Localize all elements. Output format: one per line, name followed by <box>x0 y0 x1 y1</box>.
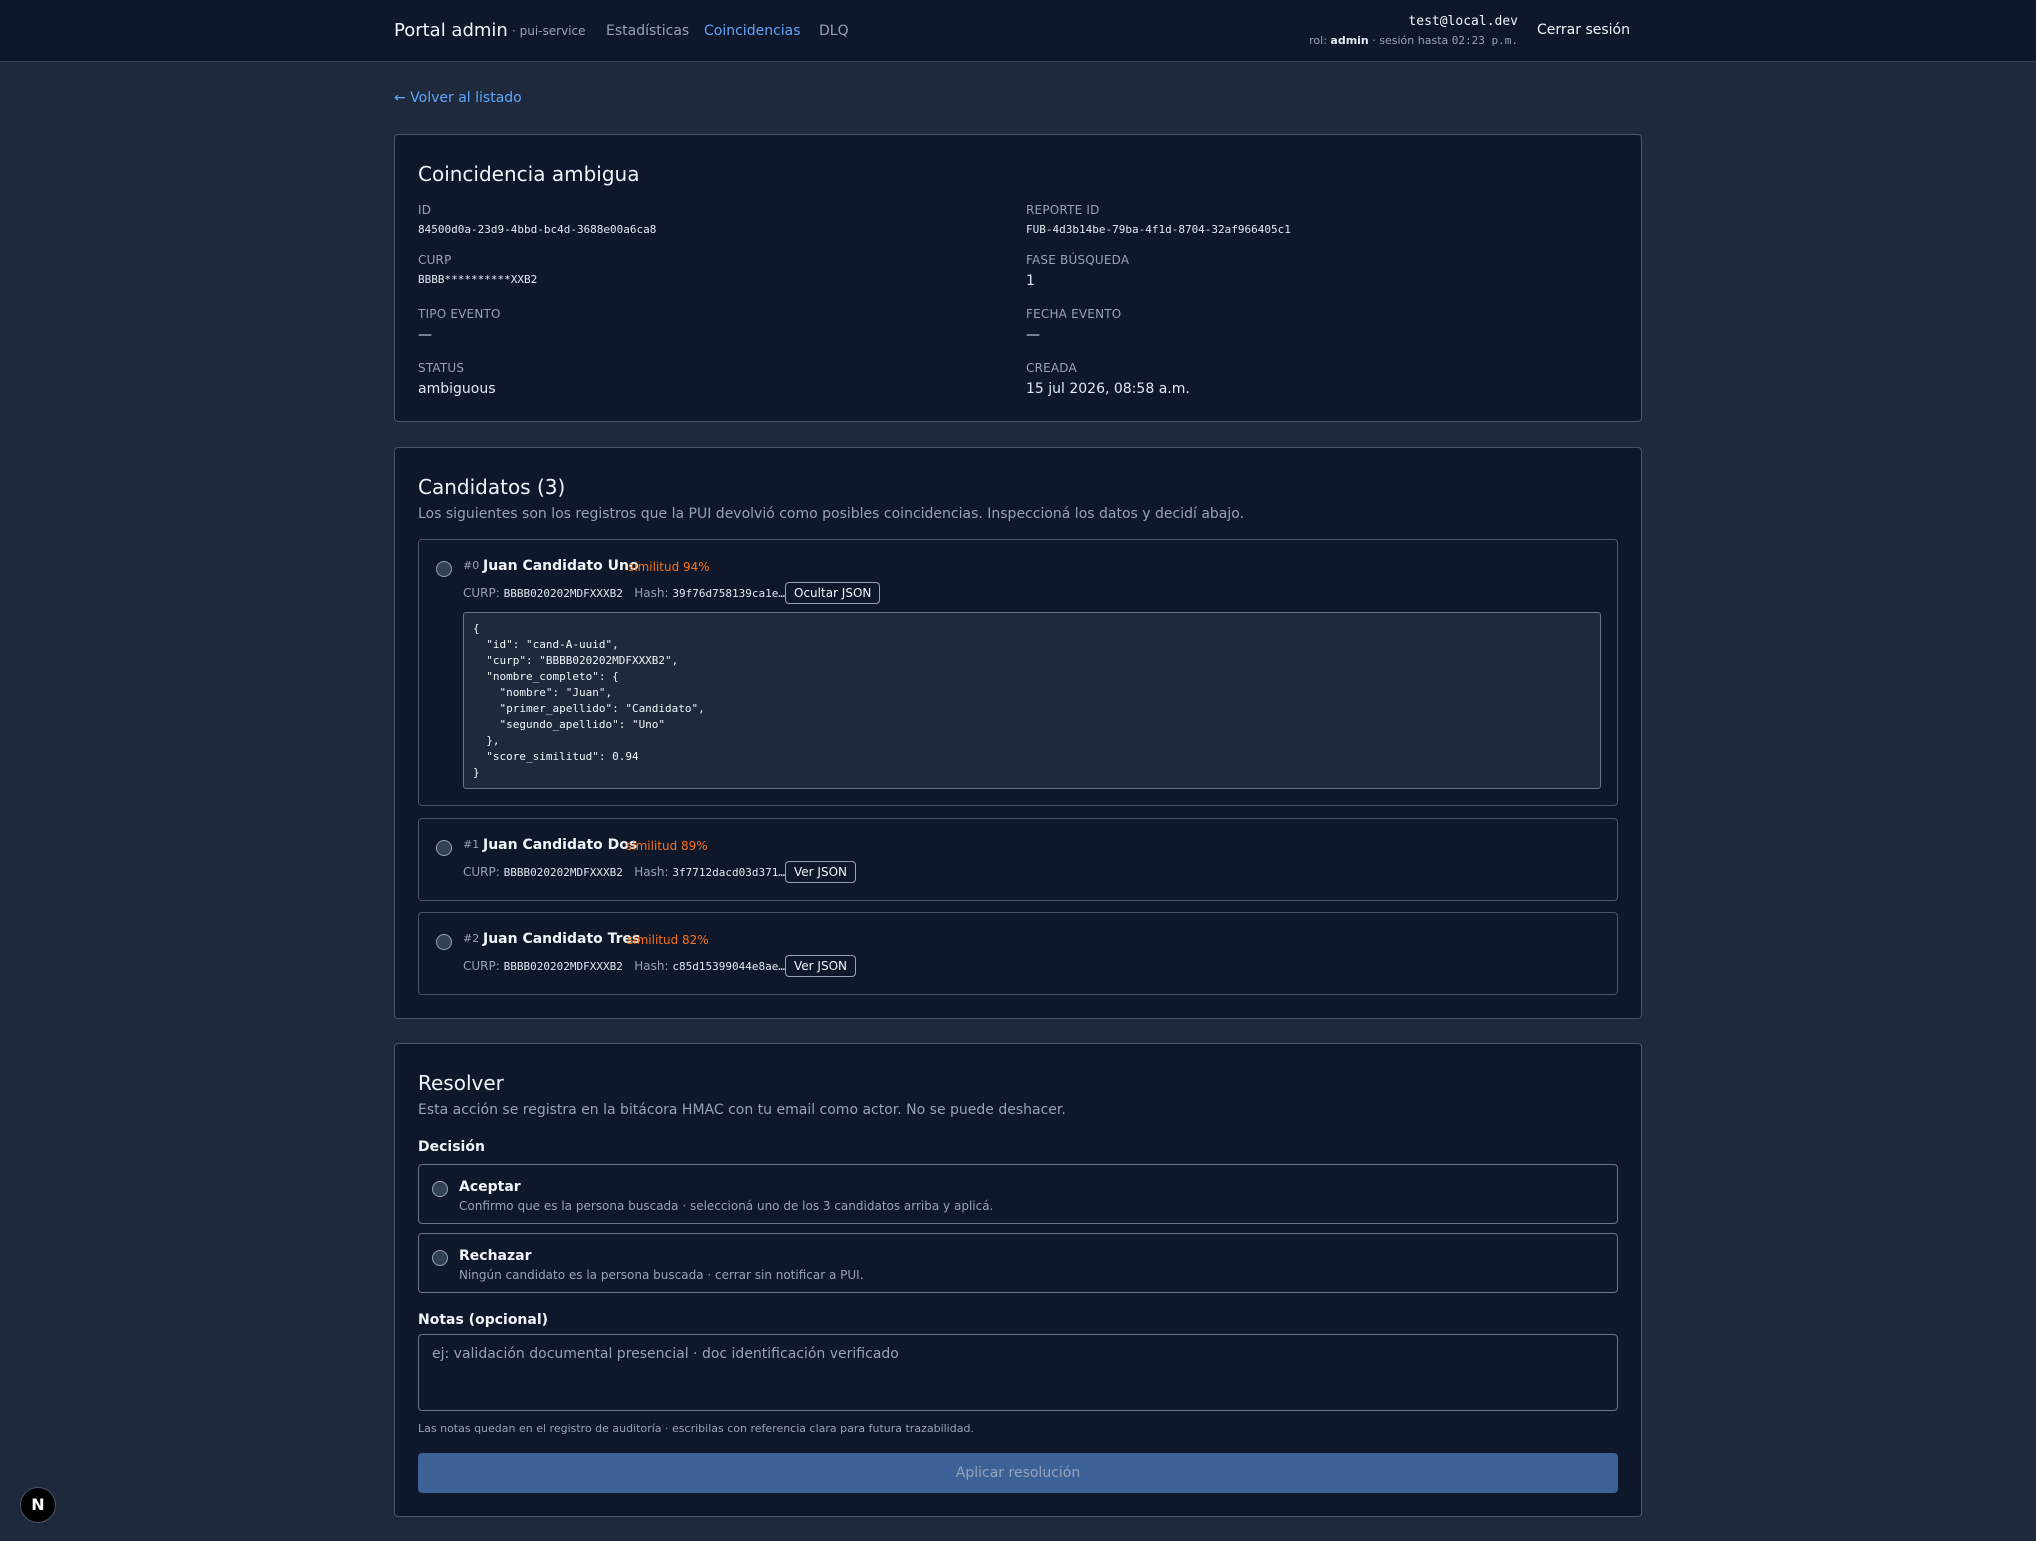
field-label: Creada <box>1026 361 1077 375</box>
hash-label: Hash: <box>634 865 669 879</box>
apply-resolution-button[interactable]: Aplicar resolución <box>418 1453 1618 1493</box>
field-status: Status ambiguous <box>418 361 978 397</box>
session-expiry: 02:23 p.m. <box>1451 34 1518 47</box>
toggle-json-button[interactable]: Ocultar JSON <box>785 582 881 604</box>
candidate-name: Juan Candidato Uno <box>483 558 639 574</box>
brand-title[interactable]: Portal admin <box>394 20 508 41</box>
candidate-radio[interactable] <box>436 561 452 577</box>
radio-rechazar[interactable] <box>432 1250 448 1266</box>
role-label: rol: <box>1309 34 1327 47</box>
field-value: 84500d0a-23d9-4bbd-bc4d-3688e00a6ca8 <box>418 223 657 236</box>
candidate-radio[interactable] <box>436 840 452 856</box>
radio-aceptar[interactable] <box>432 1181 448 1197</box>
candidate-index: #0 <box>463 559 480 572</box>
option-title: Aceptar <box>459 1179 521 1195</box>
match-detail-card: Coincidencia ambigua ID 84500d0a-23d9-4b… <box>394 134 1642 422</box>
nav-link-dlq[interactable]: DLQ <box>819 23 849 39</box>
candidate-item: #0 Juan Candidato Uno similitud 94% CURP… <box>418 539 1618 806</box>
candidate-meta: CURP: BBBB020202MDFXXXB2 Hash: 3f7712dac… <box>463 865 785 879</box>
similarity-badge: similitud 94% <box>628 560 710 574</box>
decision-label: Decisión <box>418 1139 485 1155</box>
field-id: ID 84500d0a-23d9-4bbd-bc4d-3688e00a6ca8 <box>418 203 978 236</box>
candidate-hash: 3f7712dacd03d371… <box>672 866 785 879</box>
field-value: BBBB**********XXB2 <box>418 273 538 286</box>
show-json-button[interactable]: Ver JSON <box>785 861 856 883</box>
field-label: ID <box>418 203 432 217</box>
field-curp: CURP BBBB**********XXB2 <box>418 253 978 286</box>
user-role: admin <box>1330 34 1369 47</box>
dev-tools-badge[interactable]: N <box>20 1487 56 1523</box>
candidate-json: { "id": "cand-A-uuid", "curp": "BBBB0202… <box>463 612 1601 789</box>
nav-link-estadisticas[interactable]: Estadísticas <box>606 23 689 39</box>
curp-label: CURP: <box>463 865 500 879</box>
candidate-radio[interactable] <box>436 934 452 950</box>
candidate-index: #1 <box>463 838 480 851</box>
option-description: Confirmo que es la persona buscada · sel… <box>459 1199 994 1213</box>
notes-label: Notas (opcional) <box>418 1312 549 1328</box>
resolver-subtitle: Esta acción se registra en la bitácora H… <box>418 1102 1066 1118</box>
field-value: — <box>418 327 432 343</box>
logout-button[interactable]: Cerrar sesión <box>1537 22 1630 38</box>
candidates-title: Candidatos (3) <box>418 475 566 499</box>
candidates-card: Candidatos (3) Los siguientes son los re… <box>394 447 1642 1019</box>
candidate-curp: BBBB020202MDFXXXB2 <box>503 866 623 879</box>
candidate-meta: CURP: BBBB020202MDFXXXB2 Hash: c85d15399… <box>463 959 785 973</box>
field-label: Fecha evento <box>1026 307 1122 321</box>
field-event-type: Tipo evento — <box>418 307 978 343</box>
back-to-list-link[interactable]: ← Volver al listado <box>394 90 522 106</box>
curp-label: CURP: <box>463 586 500 600</box>
option-title: Rechazar <box>459 1248 532 1264</box>
option-description: Ningún candidato es la persona buscada ·… <box>459 1268 864 1282</box>
field-label: Fase búsqueda <box>1026 253 1130 267</box>
field-report-id: Reporte ID FUB-4d3b14be-79ba-4f1d-8704-3… <box>1026 203 1586 236</box>
candidate-item: #1 Juan Candidato Dos similitud 89% CURP… <box>418 818 1618 901</box>
field-search-phase: Fase búsqueda 1 <box>1026 253 1586 289</box>
candidate-name: Juan Candidato Tres <box>483 931 641 947</box>
session-info: rol: admin · sesión hasta 02:23 p.m. <box>1309 34 1518 47</box>
resolver-title: Resolver <box>418 1071 504 1095</box>
nav-link-coincidencias[interactable]: Coincidencias <box>704 23 801 39</box>
hash-label: Hash: <box>634 959 669 973</box>
candidate-item: #2 Juan Candidato Tres similitud 82% CUR… <box>418 912 1618 995</box>
resolver-card: Resolver Esta acción se registra en la b… <box>394 1043 1642 1517</box>
similarity-badge: similitud 89% <box>626 839 708 853</box>
candidate-hash: c85d15399044e8ae… <box>672 960 785 973</box>
field-value: ambiguous <box>418 381 496 397</box>
option-rechazar[interactable]: Rechazar Ningún candidato es la persona … <box>418 1233 1618 1293</box>
field-value: 15 jul 2026, 08:58 a.m. <box>1026 381 1190 397</box>
field-label: Status <box>418 361 465 375</box>
field-value: 1 <box>1026 273 1035 289</box>
option-aceptar[interactable]: Aceptar Confirmo que es la persona busca… <box>418 1164 1618 1224</box>
field-label: Reporte ID <box>1026 203 1100 217</box>
candidate-index: #2 <box>463 932 480 945</box>
user-email: test@local.dev <box>1408 14 1518 29</box>
notes-hint: Las notas quedan en el registro de audit… <box>418 1422 974 1435</box>
field-created: Creada 15 jul 2026, 08:58 a.m. <box>1026 361 1586 397</box>
similarity-badge: similitud 82% <box>627 933 709 947</box>
field-value: — <box>1026 327 1040 343</box>
candidates-subtitle: Los siguientes son los registros que la … <box>418 506 1245 522</box>
candidate-curp: BBBB020202MDFXXXB2 <box>503 587 623 600</box>
field-label: CURP <box>418 253 452 267</box>
dev-badge-letter: N <box>31 1495 45 1514</box>
candidate-hash: 39f76d758139ca1e… <box>672 587 785 600</box>
field-label: Tipo evento <box>418 307 501 321</box>
service-label: · pui-service <box>512 24 586 38</box>
field-event-date: Fecha evento — <box>1026 307 1586 343</box>
session-label: · sesión hasta <box>1372 34 1449 47</box>
show-json-button[interactable]: Ver JSON <box>785 955 856 977</box>
field-value: FUB-4d3b14be-79ba-4f1d-8704-32af966405c1 <box>1026 223 1291 236</box>
notes-textarea[interactable] <box>418 1334 1618 1411</box>
candidate-name: Juan Candidato Dos <box>483 837 638 853</box>
top-navbar: Portal admin · pui-service Estadísticas … <box>0 0 2036 62</box>
candidate-curp: BBBB020202MDFXXXB2 <box>503 960 623 973</box>
hash-label: Hash: <box>634 586 669 600</box>
candidate-meta: CURP: BBBB020202MDFXXXB2 Hash: 39f76d758… <box>463 586 785 600</box>
page-title: Coincidencia ambigua <box>418 162 640 186</box>
curp-label: CURP: <box>463 959 500 973</box>
